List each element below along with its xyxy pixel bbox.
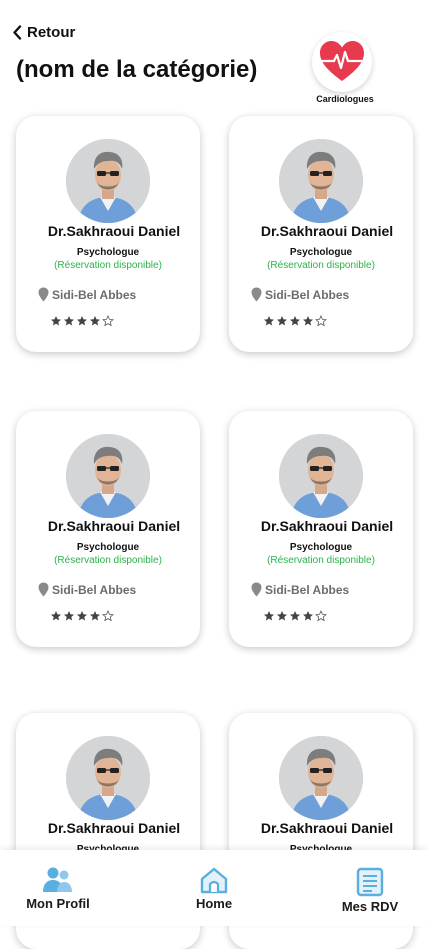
category-label: Cardiologues [316, 94, 374, 104]
star-filled-icon [51, 316, 61, 326]
doctor-location: Sidi-Bel Abbes [251, 582, 349, 597]
category-badge[interactable] [312, 32, 372, 92]
star-filled-icon [77, 316, 87, 326]
nav-home-label: Home [195, 896, 233, 911]
home-icon [200, 867, 228, 894]
doctor-card[interactable]: Dr.Sakhraoui Daniel Psychologue (Réservati… [16, 411, 200, 647]
users-icon [43, 867, 72, 892]
star-filled-icon [303, 611, 313, 621]
document-list-icon [356, 867, 384, 897]
star-filled-icon [277, 316, 287, 326]
location-pin-icon [38, 287, 49, 302]
doctor-photo [66, 434, 150, 518]
doctor-name: Dr.Sakhraoui Daniel [47, 820, 181, 836]
doctor-name: Dr.Sakhraoui Daniel [260, 820, 394, 836]
nav-appointments-label: Mes RDV [341, 899, 399, 914]
doctor-specialty: Psychologue [76, 542, 140, 553]
star-filled-icon [90, 316, 100, 326]
location-pin-icon [251, 287, 262, 302]
doctor-photo [66, 139, 150, 223]
avatar [66, 434, 150, 518]
doctor-location: Sidi-Bel Abbes [38, 582, 136, 597]
doctor-photo [279, 434, 363, 518]
rating-stars [50, 610, 114, 622]
nav-profile-label: Mon Profil [26, 896, 90, 911]
star-filled-icon [290, 316, 300, 326]
star-filled-icon [277, 611, 287, 621]
avatar [279, 434, 363, 518]
doctor-name: Dr.Sakhraoui Daniel [260, 223, 394, 239]
star-filled-icon [264, 611, 274, 621]
nav-home[interactable]: Home [188, 866, 240, 911]
availability-status: (Réservation disponible) [267, 555, 375, 566]
location-pin-icon [251, 582, 262, 597]
nav-profile[interactable]: Mon Profil [22, 866, 94, 911]
avatar [279, 139, 363, 223]
nav-appointments[interactable]: Mes RDV [336, 867, 404, 914]
chevron-left-icon [13, 25, 22, 40]
star-filled-icon [77, 611, 87, 621]
location-pin-icon [38, 582, 49, 597]
star-empty-icon [102, 315, 114, 327]
doctor-photo [279, 139, 363, 223]
doctor-specialty: Psychologue [289, 247, 353, 258]
star-filled-icon [290, 611, 300, 621]
heart-pulse-icon [320, 41, 364, 81]
back-button[interactable]: Retour [12, 24, 75, 41]
star-filled-icon [64, 611, 74, 621]
bottom-nav: Mon Profil Home Mes RDV [0, 850, 428, 926]
rating-stars [263, 315, 327, 327]
doctor-location: Sidi-Bel Abbes [251, 287, 349, 302]
availability-status: (Réservation disponible) [54, 555, 162, 566]
doctor-card[interactable]: Dr.Sakhraoui Daniel Psychologue (Réservati… [229, 116, 413, 352]
doctor-specialty: Psychologue [289, 542, 353, 553]
location-label: Sidi-Bel Abbes [265, 582, 350, 597]
page-title: (nom de la catégorie) [16, 56, 258, 83]
availability-status: (Réservation disponible) [54, 260, 162, 271]
doctor-name: Dr.Sakhraoui Daniel [47, 518, 181, 534]
avatar [66, 736, 150, 820]
doctor-specialty: Psychologue [76, 247, 140, 258]
star-empty-icon [315, 315, 327, 327]
star-filled-icon [51, 611, 61, 621]
doctor-name: Dr.Sakhraoui Daniel [47, 223, 181, 239]
rating-stars [263, 610, 327, 622]
star-filled-icon [90, 611, 100, 621]
star-filled-icon [264, 316, 274, 326]
avatar [279, 736, 363, 820]
availability-status: (Réservation disponible) [267, 260, 375, 271]
star-empty-icon [315, 610, 327, 622]
doctor-card[interactable]: Dr.Sakhraoui Daniel Psychologue (Réservati… [16, 116, 200, 352]
avatar [66, 139, 150, 223]
back-label: Retour [27, 24, 76, 41]
location-label: Sidi-Bel Abbes [52, 582, 137, 597]
location-label: Sidi-Bel Abbes [52, 287, 137, 302]
star-empty-icon [102, 610, 114, 622]
doctor-photo [66, 736, 150, 820]
doctor-name: Dr.Sakhraoui Daniel [260, 518, 394, 534]
doctor-photo [279, 736, 363, 820]
star-filled-icon [303, 316, 313, 326]
location-label: Sidi-Bel Abbes [265, 287, 350, 302]
star-filled-icon [64, 316, 74, 326]
doctor-card[interactable]: Dr.Sakhraoui Daniel Psychologue (Réservati… [229, 411, 413, 647]
rating-stars [50, 315, 114, 327]
doctor-location: Sidi-Bel Abbes [38, 287, 136, 302]
